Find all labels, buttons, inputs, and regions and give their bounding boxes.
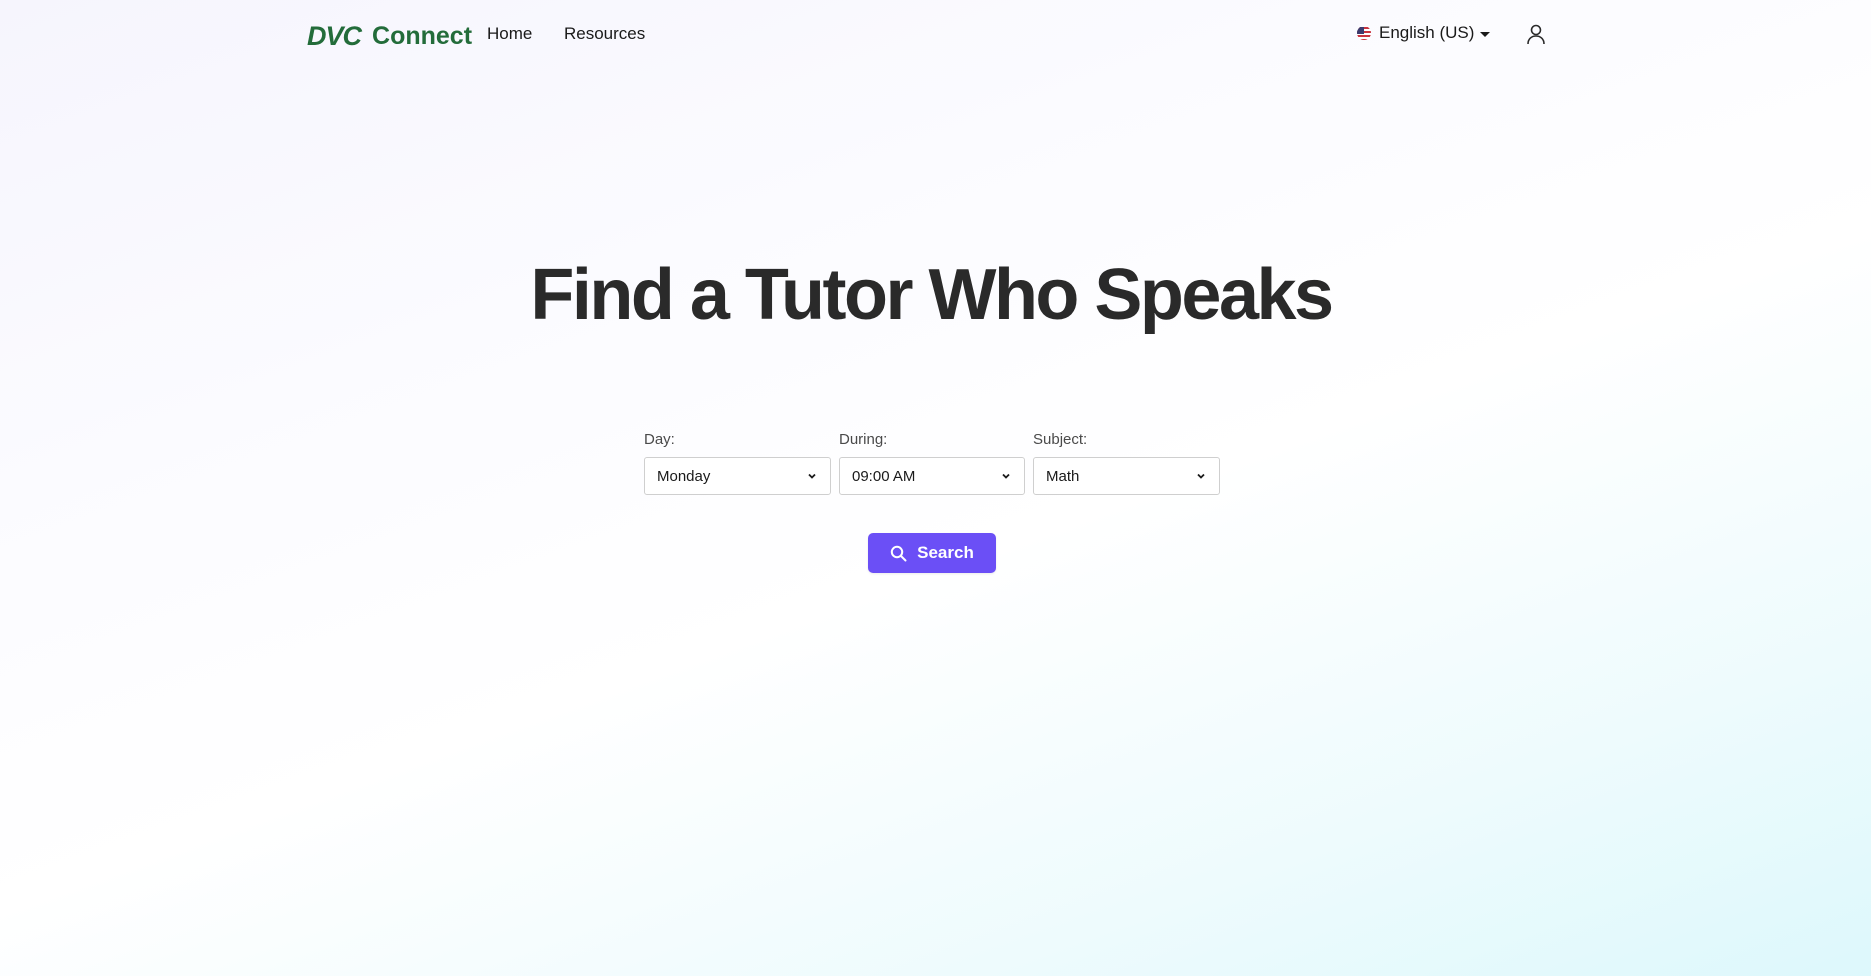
chevron-down-icon — [1197, 473, 1205, 479]
subject-value: Math — [1046, 467, 1080, 485]
search-icon — [890, 545, 907, 561]
day-value: Monday — [657, 467, 711, 485]
subject-label: Subject: — [1033, 431, 1088, 448]
hero-title: Find a Tutor Who Speaks — [530, 255, 1334, 335]
us-flag-icon — [1357, 26, 1371, 40]
day-label: Day: — [644, 431, 675, 448]
brand-name: Connect — [372, 21, 473, 50]
subject-field: Subject: Math — [1033, 431, 1220, 495]
language-label: English (US) — [1379, 23, 1475, 42]
search-button-label: Search — [917, 543, 974, 562]
chevron-down-icon — [1002, 473, 1010, 479]
top-navbar: DVC Connect Home Resources English (US) — [0, 0, 1871, 70]
day-field: Day: Monday — [644, 431, 831, 495]
nav-link-resources[interactable]: Resources — [564, 24, 645, 44]
day-select[interactable]: Monday — [644, 457, 831, 495]
caret-down-icon — [1480, 31, 1491, 37]
during-label: During: — [839, 431, 888, 448]
during-field: During: 09:00 AM — [839, 431, 1025, 495]
language-selector[interactable]: English (US) — [1357, 23, 1491, 43]
during-select[interactable]: 09:00 AM — [839, 457, 1025, 495]
nav-link-home[interactable]: Home — [487, 24, 532, 44]
during-value: 09:00 AM — [852, 467, 916, 485]
brand-logo[interactable]: DVC Connect — [307, 20, 472, 52]
brand-mark: DVC — [307, 20, 362, 51]
chevron-down-icon — [808, 473, 816, 479]
user-icon[interactable] — [1525, 23, 1547, 45]
search-button[interactable]: Search — [868, 533, 996, 573]
subject-select[interactable]: Math — [1033, 457, 1220, 495]
